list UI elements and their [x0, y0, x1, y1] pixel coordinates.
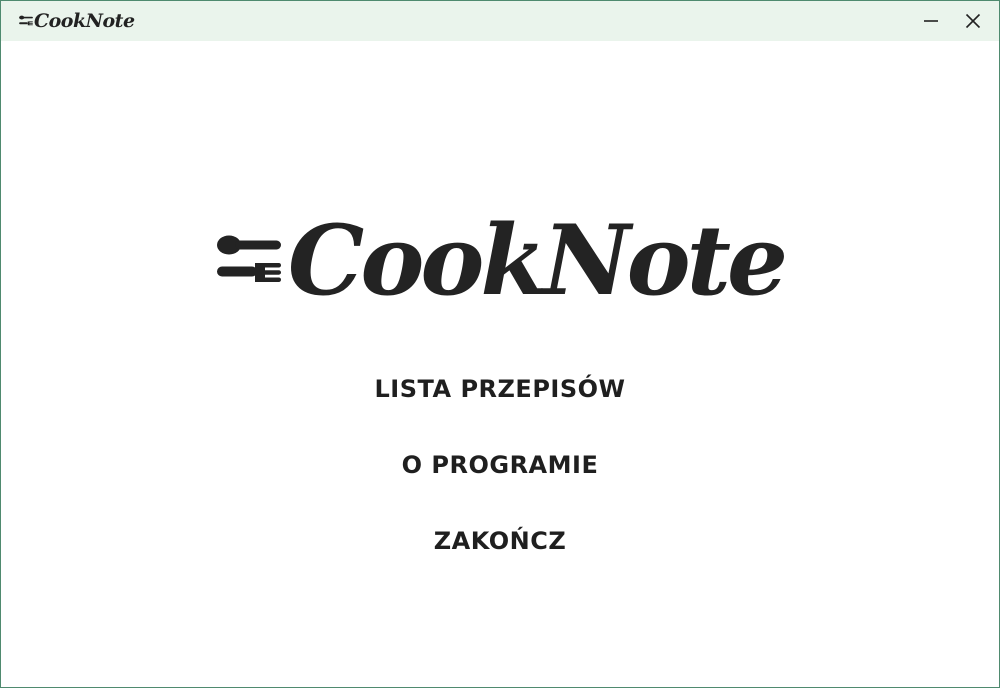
close-button[interactable]	[952, 1, 994, 41]
about-button[interactable]: O PROGRAMIE	[390, 446, 611, 484]
spoon-fork-icon	[19, 15, 33, 26]
logo-text: CookNote	[287, 204, 788, 317]
menu-row-recipes: LISTA PRZEPISÓW	[1, 370, 999, 408]
minimize-icon	[924, 20, 938, 22]
title-bar[interactable]: CookNote	[1, 1, 999, 41]
menu-row-exit: ZAKOŃCZ	[1, 522, 999, 560]
recipe-list-button[interactable]: LISTA PRZEPISÓW	[363, 370, 638, 408]
app-window: CookNote CookNote LISTA PRZEPISÓW O PROG…	[0, 0, 1000, 688]
spoon-fork-icon	[216, 235, 281, 282]
window-title: CookNote	[34, 10, 135, 32]
close-icon	[965, 13, 981, 29]
exit-button[interactable]: ZAKOŃCZ	[422, 522, 579, 560]
app-logo: CookNote	[1, 201, 999, 321]
menu-row-about: O PROGRAMIE	[1, 446, 999, 484]
title-logo: CookNote	[19, 1, 135, 41]
minimize-button[interactable]	[910, 1, 952, 41]
